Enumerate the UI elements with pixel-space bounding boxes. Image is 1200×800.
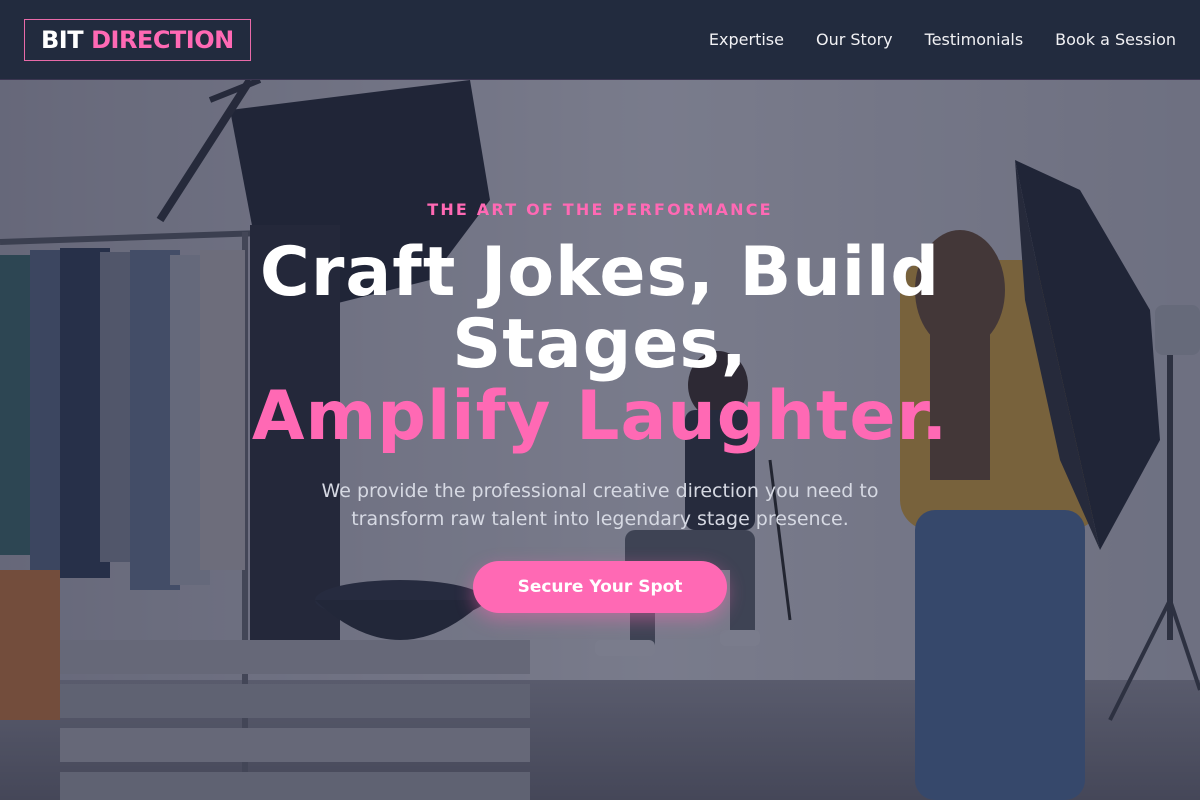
secure-spot-button[interactable]: Secure Your Spot [473, 561, 727, 613]
hero-eyebrow: THE ART OF THE PERFORMANCE [427, 200, 773, 219]
hero-headline-highlight: Amplify Laughter. [251, 377, 949, 456]
hero-content: THE ART OF THE PERFORMANCE Craft Jokes, … [0, 80, 1200, 800]
main-nav: Expertise Our Story Testimonials Book a … [709, 30, 1176, 49]
nav-link-our-story[interactable]: Our Story [816, 30, 893, 49]
hero-headline-line1: Craft Jokes, Build Stages, [259, 233, 941, 384]
brand-logo-part2: DIRECTION [91, 25, 234, 54]
nav-link-book-session[interactable]: Book a Session [1055, 30, 1176, 49]
hero-subtitle: We provide the professional creative dir… [321, 480, 879, 530]
hero-section: THE ART OF THE PERFORMANCE Craft Jokes, … [0, 80, 1200, 800]
brand-logo-part1: BIT [41, 25, 84, 54]
hero-headline: Craft Jokes, Build Stages, Amplify Laugh… [220, 237, 980, 453]
nav-link-testimonials[interactable]: Testimonials [925, 30, 1024, 49]
brand-logo[interactable]: BIT DIRECTION [24, 18, 251, 61]
site-header: BIT DIRECTION Expertise Our Story Testim… [0, 0, 1200, 80]
nav-link-expertise[interactable]: Expertise [709, 30, 784, 49]
